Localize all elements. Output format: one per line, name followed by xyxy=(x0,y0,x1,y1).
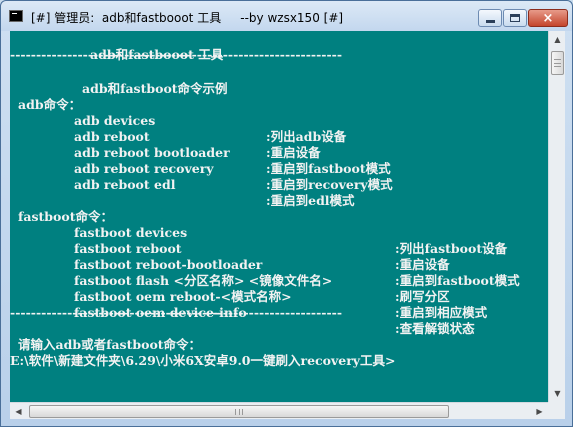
maximize-icon xyxy=(510,14,520,22)
fastboot-command-row: fastboot reboot :重启设备 xyxy=(10,225,450,272)
minimize-icon xyxy=(485,19,495,23)
scroll-right-arrow-icon[interactable]: ▶ xyxy=(531,403,548,420)
adb-command-row: adb reboot bootloader :重启到fastboot模式 xyxy=(10,129,391,176)
adb-command-row: adb reboot :重启设备 xyxy=(10,113,321,160)
fastboot-command-row: fastboot oem device-info :查看解锁状态 xyxy=(10,289,475,336)
vertical-scrollbar[interactable]: ▲ ▼ xyxy=(548,31,565,402)
console-output[interactable]: adb和fastbooot 工具 -----------------------… xyxy=(10,31,548,402)
separator-line: ----------------------------------------… xyxy=(10,305,343,320)
command-description: :刷写分区 xyxy=(395,289,450,304)
fastboot-command-row: fastboot devices :列出fastboot设备 xyxy=(10,209,507,256)
window-title: [#] 管理员: adb和fastbooot 工具 --by wzsx150 [… xyxy=(31,11,344,25)
console-header-line: adb和fastbooot 工具 xyxy=(10,31,223,62)
command-text: adb reboot edl xyxy=(74,177,176,192)
command-description: :重启到fastboot模式 xyxy=(395,273,520,288)
horizontal-scrollbar[interactable]: ◀ ▶ xyxy=(10,402,548,419)
command-description: :重启到fastboot模式 xyxy=(266,161,391,176)
separator-line: ----------------------------------------… xyxy=(10,47,343,62)
command-text: fastboot flash <分区名称> <镜像文件名> xyxy=(74,273,333,288)
grip-icon xyxy=(235,409,243,415)
command-description: :查看解锁状态 xyxy=(395,321,475,336)
adb-command-row: adb devices :列出adb设备 xyxy=(10,97,346,144)
command-text: fastboot reboot-bootloader xyxy=(74,257,263,272)
adb-command-row: adb reboot recovery :重启到recovery模式 xyxy=(10,145,393,192)
command-text: adb reboot bootloader xyxy=(74,145,230,160)
command-description: :重启到edl模式 xyxy=(266,193,355,208)
shell-prompt-line[interactable]: E:\软件\新建文件夹\6.29\小米6X安卓9.0一键刷入recovery工具… xyxy=(10,353,396,369)
horizontal-scroll-thumb[interactable] xyxy=(29,405,449,418)
command-text: fastboot reboot xyxy=(74,241,182,256)
fastboot-command-row: fastboot flash <分区名称> <镜像文件名> :刷写分区 xyxy=(10,257,450,304)
command-text: adb reboot recovery xyxy=(74,161,214,176)
maximize-button[interactable] xyxy=(503,9,527,27)
command-text: fastboot oem reboot-<模式名称> xyxy=(74,289,292,304)
command-description: :重启到相应模式 xyxy=(395,305,488,320)
title-bar[interactable]: [#] 管理员: adb和fastbooot 工具 --by wzsx150 [… xyxy=(1,1,572,31)
scroll-down-arrow-icon[interactable]: ▼ xyxy=(549,385,566,402)
examples-title-line: adb和fastboot命令示例 xyxy=(10,65,228,96)
vertical-scroll-thumb[interactable] xyxy=(551,51,564,75)
command-description: :重启设备 xyxy=(395,257,450,272)
close-button[interactable]: × xyxy=(528,9,568,27)
command-description: :重启设备 xyxy=(266,145,321,160)
console-window: [#] 管理员: adb和fastbooot 工具 --by wzsx150 [… xyxy=(0,0,573,427)
console-app-icon xyxy=(9,10,23,22)
adb-command-row: adb reboot edl :重启到edl模式 xyxy=(10,161,355,208)
input-prompt: 请输入adb或者fastboot命令： xyxy=(18,337,202,352)
examples-title: adb和fastboot命令示例 xyxy=(82,81,228,96)
minimize-button[interactable] xyxy=(478,9,502,27)
scrollbar-corner xyxy=(548,402,565,419)
input-prompt-line: 请输入adb或者fastboot命令： xyxy=(10,321,201,352)
scroll-up-arrow-icon[interactable]: ▲ xyxy=(549,31,566,48)
command-description: :列出fastboot设备 xyxy=(395,241,508,256)
command-text: adb reboot xyxy=(74,129,150,144)
scroll-left-arrow-icon[interactable]: ◀ xyxy=(10,403,27,420)
command-description: :列出adb设备 xyxy=(266,129,347,144)
command-text: adb devices xyxy=(74,113,156,128)
close-icon: × xyxy=(542,10,554,26)
grip-icon xyxy=(554,59,561,67)
fastboot-command-row: fastboot reboot-bootloader :重启到fastboot模… xyxy=(10,241,520,288)
adb-section-label: adb命令： xyxy=(10,81,81,112)
fastboot-section-label: fastboot命令： xyxy=(10,193,113,224)
fastboot-command-row: fastboot oem reboot-<模式名称> :重启到相应模式 xyxy=(10,273,487,320)
command-description: :重启到recovery模式 xyxy=(266,177,393,192)
command-text: fastboot devices xyxy=(74,225,188,240)
